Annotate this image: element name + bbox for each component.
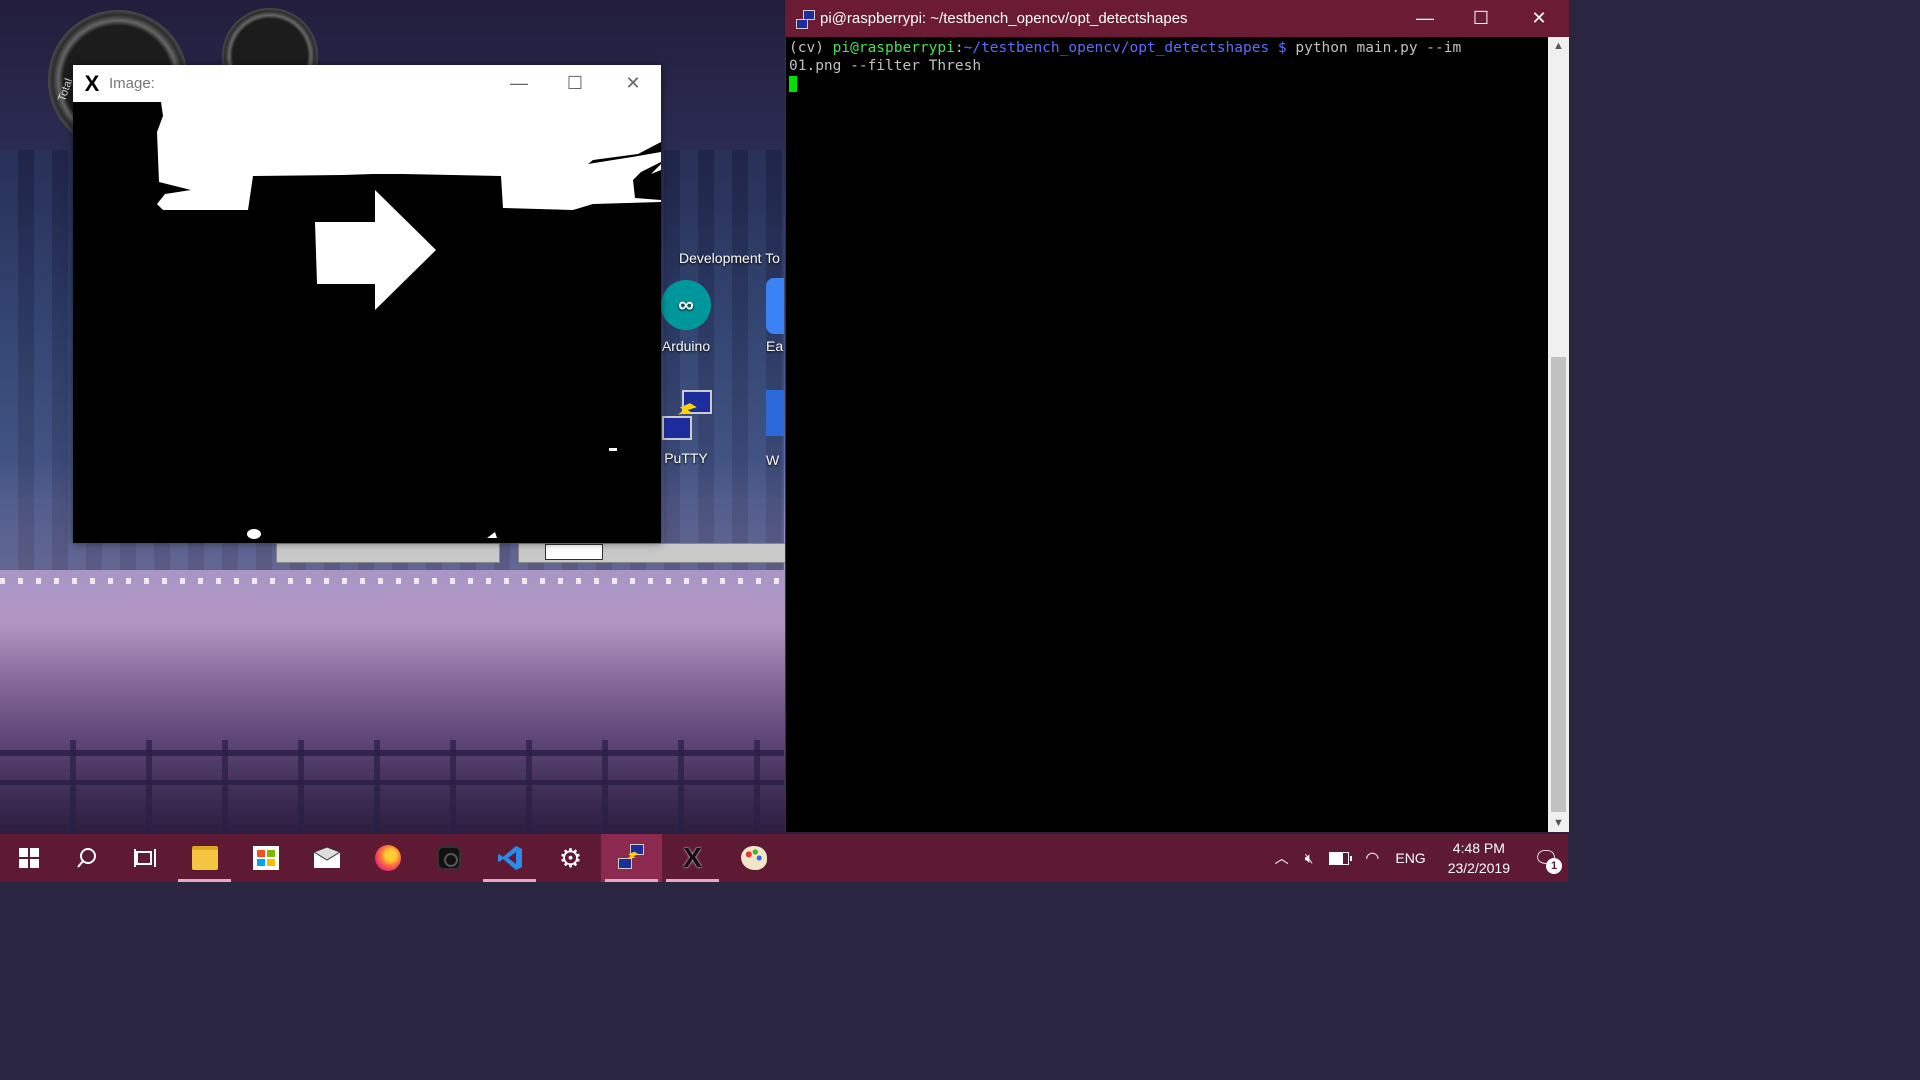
clock[interactable]: 4:48 PM 23/2/2019 xyxy=(1434,838,1524,878)
x-icon: X xyxy=(683,842,702,873)
clock-time: 4:48 PM xyxy=(1452,840,1505,856)
prompt-separator: : xyxy=(954,40,964,56)
gear-icon: ⚙ xyxy=(558,843,583,873)
terminal-output[interactable]: (cv) pi@raspberrypi:~/testbench_opencv/o… xyxy=(786,37,1551,834)
prompt-user: pi@raspberrypi xyxy=(832,40,955,56)
terminal-title: pi@raspberrypi: ~/testbench_opencv/opt_d… xyxy=(820,10,1188,27)
battery-button[interactable] xyxy=(1321,851,1357,865)
scroll-down-icon[interactable]: ▼ xyxy=(1548,814,1569,832)
camera-app-button[interactable] xyxy=(418,834,479,882)
maximize-button[interactable]: ☐ xyxy=(1453,0,1509,37)
desktop-icon-label: Ea xyxy=(766,338,784,354)
terminal-titlebar[interactable]: pi@raspberrypi: ~/testbench_opencv/opt_d… xyxy=(786,0,1569,37)
language-indicator[interactable]: ENG xyxy=(1387,850,1433,866)
search-button[interactable] xyxy=(58,834,116,882)
xming-button[interactable]: X xyxy=(662,834,723,882)
wifi-icon: ◠ xyxy=(1365,850,1380,867)
command-text-continued: 01.png --filter Thresh xyxy=(789,58,982,74)
desktop-icon-ea[interactable]: Ea xyxy=(766,278,784,354)
putty-icon xyxy=(617,844,646,872)
image-window-titlebar[interactable]: X Image: — ☐ ✕ xyxy=(73,65,661,102)
search-icon xyxy=(77,848,96,868)
action-center-button[interactable]: 🗨︎ 1 xyxy=(1524,834,1568,882)
terminal-cursor xyxy=(789,76,797,92)
paint-button[interactable] xyxy=(723,834,784,882)
maximize-button[interactable]: ☐ xyxy=(547,65,603,102)
thresholded-image xyxy=(73,102,661,543)
putty-icon xyxy=(660,388,712,440)
background-window-fragment xyxy=(518,543,786,563)
store-icon xyxy=(252,846,279,870)
command-text: python main.py --im xyxy=(1286,40,1462,56)
desktop-icon-label: Arduino xyxy=(661,338,711,354)
mail-icon xyxy=(312,847,341,868)
app-icon xyxy=(766,390,784,436)
store-button[interactable] xyxy=(235,834,296,882)
scrollbar-thumb[interactable] xyxy=(1551,357,1566,812)
camera-icon xyxy=(436,846,461,870)
desktop-icon-putty[interactable]: PuTTY xyxy=(660,388,712,466)
palette-icon xyxy=(740,846,767,870)
chevron-up-icon: ︿ xyxy=(1274,850,1289,866)
minimize-button[interactable]: — xyxy=(491,65,547,102)
volume-button[interactable]: 🔇︎ xyxy=(1297,850,1322,867)
close-button[interactable]: ✕ xyxy=(1511,0,1567,37)
prompt-env: (cv) xyxy=(789,40,833,56)
start-button[interactable] xyxy=(0,834,58,882)
file-explorer-button[interactable] xyxy=(174,834,235,882)
putty-button[interactable] xyxy=(601,834,662,882)
desktop-icon-label: PuTTY xyxy=(664,450,708,466)
vscode-icon xyxy=(497,846,522,870)
clock-date: 23/2/2019 xyxy=(1447,860,1510,876)
wallpaper-lights xyxy=(0,578,784,584)
system-tray: ︿ 🔇︎ ◠ ENG 4:48 PM 23/2/2019 🗨︎ 1 xyxy=(1267,834,1568,882)
putty-terminal-window[interactable]: pi@raspberrypi: ~/testbench_opencv/opt_d… xyxy=(785,0,1569,832)
wifi-button[interactable]: ◠ xyxy=(1357,848,1387,868)
minimize-button[interactable]: — xyxy=(1397,0,1453,37)
desktop-icon-w[interactable]: W xyxy=(766,390,784,468)
notification-badge: 1 xyxy=(1546,858,1562,874)
app-icon xyxy=(766,278,784,334)
firefox-button[interactable] xyxy=(357,834,418,882)
firefox-icon xyxy=(374,845,401,871)
image-window[interactable]: X Image: — ☐ ✕ xyxy=(73,65,661,543)
show-hidden-icons-button[interactable]: ︿ xyxy=(1267,848,1297,868)
close-button[interactable]: ✕ xyxy=(605,65,661,102)
desktop-icon-label: W xyxy=(766,452,780,468)
desktop-group-label: Development To xyxy=(679,250,780,266)
wallpaper-railing xyxy=(0,740,784,834)
task-view-icon xyxy=(134,849,156,867)
image-window-title: Image: xyxy=(109,75,155,92)
desktop-icon-arduino[interactable]: ∞ Arduino xyxy=(660,280,712,354)
terminal-scrollbar[interactable]: ▲ ▼ xyxy=(1548,37,1569,832)
x-icon: X xyxy=(84,70,100,96)
settings-button[interactable]: ⚙ xyxy=(540,834,601,882)
task-view-button[interactable] xyxy=(116,834,174,882)
scroll-up-icon[interactable]: ▲ xyxy=(1548,37,1569,55)
windows-icon xyxy=(19,848,39,868)
vscode-button[interactable] xyxy=(479,834,540,882)
folder-icon xyxy=(191,846,218,870)
taskbar: ⚙ X ︿ 🔇︎ ◠ ENG 4:48 PM 23/2/2019 🗨︎ 1 xyxy=(0,834,1568,882)
arduino-icon: ∞ xyxy=(661,280,711,330)
mail-button[interactable] xyxy=(296,834,357,882)
prompt-path: ~/testbench_opencv/opt_detectshapes $ xyxy=(963,40,1287,56)
background-window-fragment xyxy=(276,543,500,563)
speaker-muted-icon: 🔇︎ xyxy=(1304,849,1314,866)
battery-icon xyxy=(1329,851,1353,865)
putty-icon xyxy=(796,9,815,29)
